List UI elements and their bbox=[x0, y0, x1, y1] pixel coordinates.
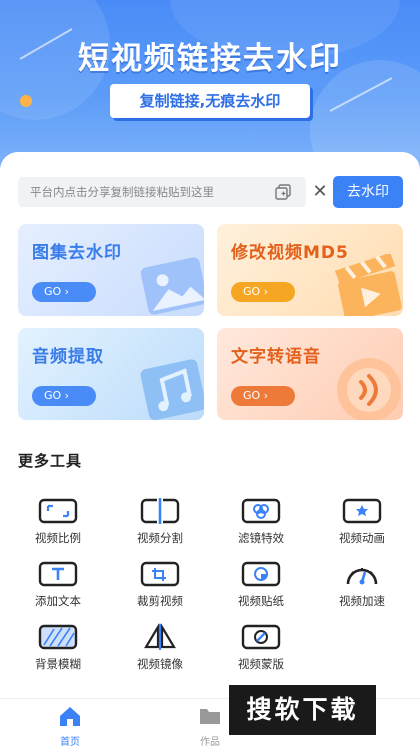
card-title: 文字转语音 bbox=[231, 347, 321, 367]
more-tools-heading: 更多工具 bbox=[18, 452, 83, 470]
tool-speed[interactable]: 视频加速 bbox=[322, 560, 402, 609]
tool-add-text[interactable]: 添加文本 bbox=[18, 560, 98, 609]
animation-icon bbox=[342, 498, 382, 524]
remove-watermark-button[interactable]: 去水印 bbox=[333, 176, 403, 208]
link-input-box[interactable] bbox=[18, 177, 306, 207]
blur-icon bbox=[38, 624, 78, 650]
card-audio-extract[interactable]: 音频提取 GO › bbox=[18, 328, 204, 420]
clear-icon[interactable]: ✕ bbox=[310, 181, 330, 203]
folder-icon bbox=[200, 709, 220, 724]
tool-mirror[interactable]: 视频镜像 bbox=[120, 623, 200, 672]
card-text-to-speech[interactable]: 文字转语音 GO › bbox=[217, 328, 403, 420]
music-note-icon bbox=[140, 359, 204, 420]
crop-icon bbox=[140, 561, 180, 587]
tool-label: 视频镜像 bbox=[137, 657, 183, 671]
tool-label: 视频加速 bbox=[339, 594, 385, 608]
text-icon bbox=[38, 561, 78, 587]
hero-subtitle: 复制链接,无痕去水印 bbox=[110, 84, 310, 118]
card-go-button[interactable]: GO › bbox=[231, 386, 295, 406]
tool-background-blur[interactable]: 背景模糊 bbox=[18, 623, 98, 672]
tool-aspect-ratio[interactable]: 视频比例 bbox=[18, 497, 98, 546]
tab-label: 作品 bbox=[200, 737, 220, 747]
tool-crop[interactable]: 裁剪视频 bbox=[120, 560, 200, 609]
card-album-watermark[interactable]: 图集去水印 GO › bbox=[18, 224, 204, 316]
tool-filter[interactable]: 滤镜特效 bbox=[221, 497, 301, 546]
card-go-button[interactable]: GO › bbox=[32, 386, 96, 406]
card-title: 图集去水印 bbox=[32, 243, 122, 263]
card-go-button[interactable]: GO › bbox=[231, 282, 295, 302]
tool-label: 视频比例 bbox=[35, 531, 81, 545]
tool-split[interactable]: 视频分割 bbox=[120, 497, 200, 546]
card-modify-md5[interactable]: 修改视频MD5 GO › bbox=[217, 224, 403, 316]
sticker-icon bbox=[241, 561, 281, 587]
tool-sticker[interactable]: 视频贴纸 bbox=[221, 560, 301, 609]
card-go-button[interactable]: GO › bbox=[32, 282, 96, 302]
tab-label: 首页 bbox=[60, 737, 80, 747]
tool-label: 裁剪视频 bbox=[137, 594, 183, 608]
paste-icon[interactable] bbox=[274, 183, 292, 201]
tool-mask[interactable]: 视频蒙版 bbox=[221, 623, 301, 672]
tool-label: 视频蒙版 bbox=[238, 657, 284, 671]
watermark-overlay: 搜软下载 bbox=[229, 685, 376, 735]
split-icon bbox=[140, 497, 180, 525]
mirror-icon bbox=[144, 623, 176, 650]
hero-banner: 短视频链接去水印 复制链接,无痕去水印 bbox=[0, 0, 420, 175]
hero-dot bbox=[20, 95, 32, 107]
link-input[interactable] bbox=[18, 177, 258, 207]
tool-label: 视频贴纸 bbox=[238, 594, 284, 608]
mask-icon bbox=[241, 624, 281, 650]
aspect-ratio-icon bbox=[38, 498, 78, 524]
image-icon bbox=[140, 257, 204, 315]
hero-title: 短视频链接去水印 bbox=[78, 41, 342, 77]
tool-label: 添加文本 bbox=[35, 594, 81, 608]
tab-home[interactable]: 首页 bbox=[40, 705, 100, 747]
card-title: 音频提取 bbox=[32, 347, 104, 367]
tool-label: 视频分割 bbox=[137, 531, 183, 545]
home-icon bbox=[60, 707, 80, 726]
tool-label: 滤镜特效 bbox=[238, 531, 284, 545]
tool-label: 背景模糊 bbox=[35, 657, 81, 671]
tool-label: 视频动画 bbox=[339, 531, 385, 545]
tool-animation[interactable]: 视频动画 bbox=[322, 497, 402, 546]
sound-wave-icon bbox=[337, 358, 401, 420]
speedometer-icon bbox=[346, 568, 378, 585]
filter-icon bbox=[241, 498, 281, 524]
clapperboard-icon bbox=[334, 254, 402, 316]
